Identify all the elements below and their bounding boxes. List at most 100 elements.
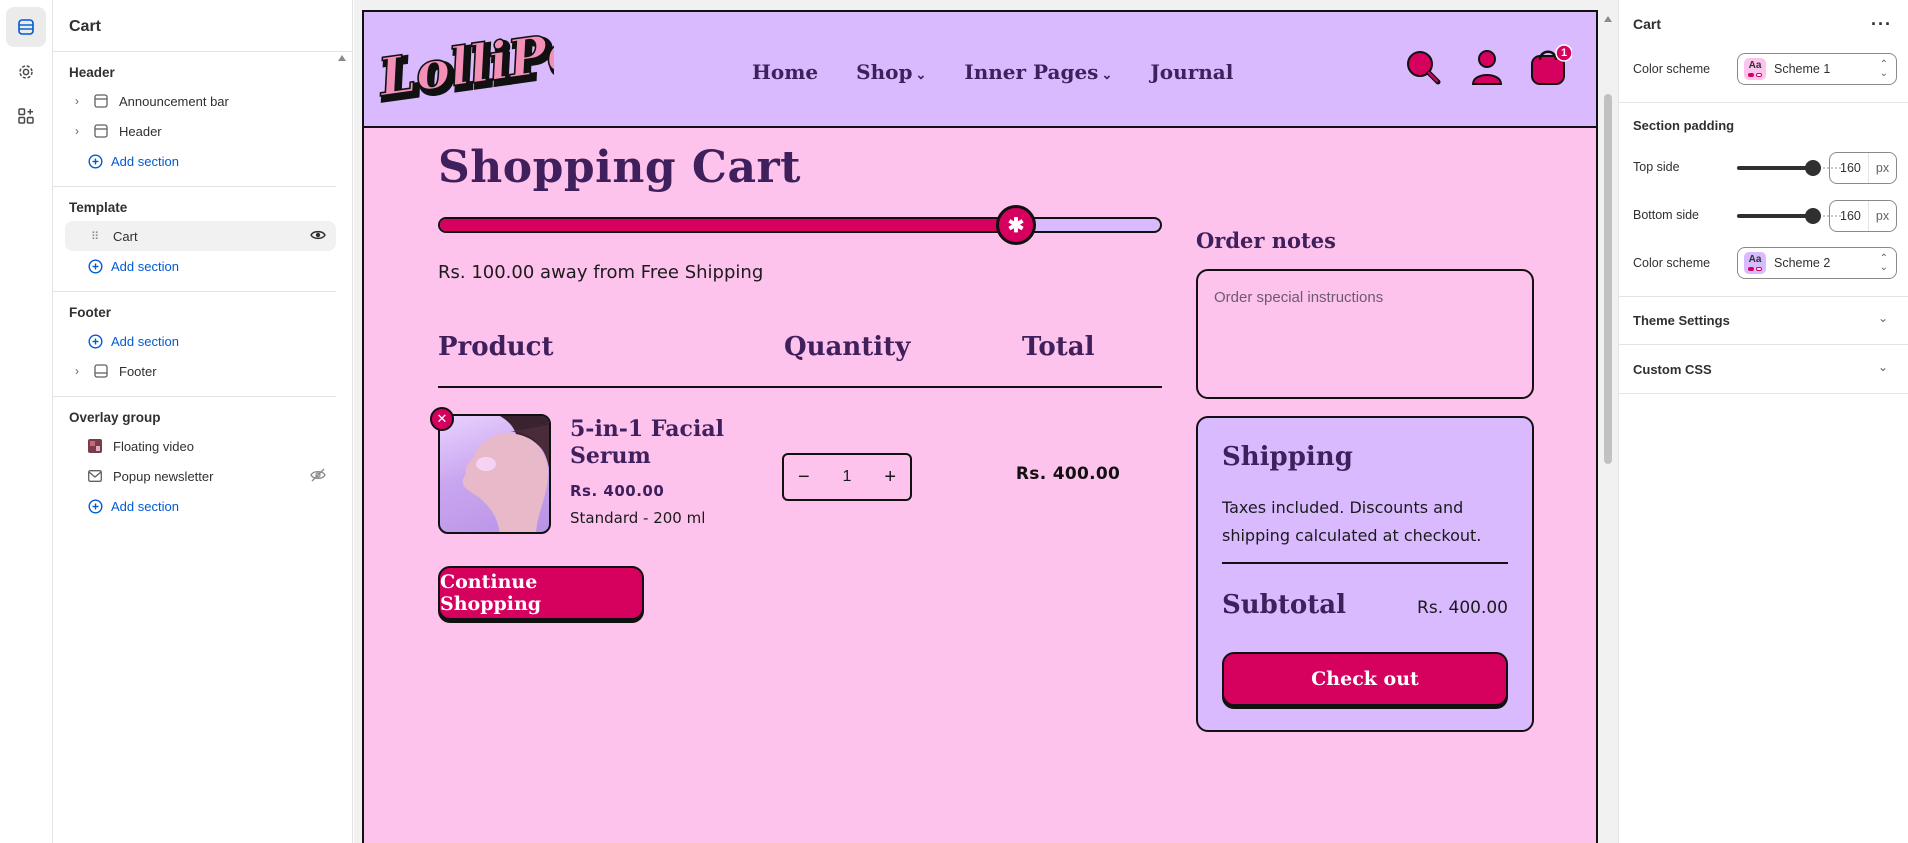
unit-label: px [1868, 201, 1896, 231]
mail-icon [87, 468, 103, 484]
remove-item-icon[interactable]: ✕ [430, 407, 454, 431]
scroll-up-icon[interactable] [1604, 16, 1612, 22]
preview-scrollbar[interactable] [1601, 10, 1615, 843]
unit-label: px [1868, 153, 1896, 183]
color-scheme-value: Scheme 1 [1774, 62, 1831, 76]
top-side-input[interactable]: 160 px [1829, 152, 1897, 184]
eye-icon[interactable] [310, 228, 326, 245]
search-icon[interactable] [1404, 48, 1442, 91]
divider [1619, 102, 1908, 103]
chevron-down-icon[interactable]: ⌄ [1878, 311, 1888, 325]
group-title-footer: Footer [69, 305, 111, 320]
section-padding-heading: Section padding [1633, 118, 1735, 133]
store-logo[interactable]: LolliPop LolliPop [372, 14, 627, 116]
nav-journal[interactable]: Journal [1150, 60, 1233, 84]
footer-group: Footer Add section › Footer [53, 292, 336, 397]
order-notes-title: Order notes [1196, 228, 1336, 253]
quantity-value[interactable]: 1 [843, 468, 852, 486]
section-label: Cart [113, 228, 138, 244]
plus-circle-icon [87, 258, 103, 274]
apps-icon[interactable] [6, 96, 46, 136]
section-footer[interactable]: › Footer [53, 356, 336, 386]
section-label: Announcement bar [119, 93, 229, 109]
checkout-button[interactable]: Check out [1222, 652, 1508, 706]
scheme-swatch-icon: Aa [1744, 58, 1766, 80]
add-section-label: Add section [111, 153, 179, 169]
divider [1222, 562, 1508, 564]
store-preview: LolliPop LolliPop Home Shop ⌄ Inner Pages… [362, 10, 1598, 843]
color-scheme-select[interactable]: Aa Scheme 1 ⌃ ⌄ [1737, 53, 1897, 85]
page-title: Shopping Cart [438, 142, 801, 193]
select-arrows-icon: ⌃ ⌄ [1879, 59, 1888, 79]
product-name[interactable]: 5-in-1 Facial Serum [570, 416, 750, 470]
cart-count-badge: 1 [1560, 47, 1568, 59]
plus-circle-icon [87, 153, 103, 169]
shipping-text: Taxes included. Discounts and shipping c… [1222, 498, 1482, 545]
section-cart[interactable]: ⠿ Cart [65, 221, 336, 251]
scroll-thumb[interactable] [1604, 94, 1612, 464]
section-popup-newsletter[interactable]: Popup newsletter [53, 461, 336, 491]
section-layout-icon [93, 123, 109, 139]
section-announcement-bar[interactable]: › Announcement bar [53, 86, 336, 116]
select-arrows-icon: ⌃ ⌄ [1879, 253, 1888, 273]
free-shipping-text: Rs. 100.00 away from Free Shipping [438, 262, 764, 283]
top-side-value: 160 [1840, 161, 1861, 175]
scheme-swatch-icon: Aa [1744, 252, 1766, 274]
bottom-side-input[interactable]: 160 px [1829, 200, 1897, 232]
minus-icon[interactable]: − [798, 466, 810, 489]
add-section-overlay[interactable]: Add section [53, 491, 336, 521]
nav-shop-label: Shop [856, 60, 913, 84]
add-section-header[interactable]: Add section [53, 146, 336, 176]
custom-css-toggle[interactable]: Custom CSS [1633, 362, 1712, 377]
section-label: Header [119, 123, 162, 139]
nav-inner-pages-label: Inner Pages [964, 60, 1099, 84]
shipping-summary: Shipping Taxes included. Discounts and s… [1196, 416, 1534, 732]
divider [1619, 296, 1908, 297]
product-variant: Standard - 200 ml [570, 509, 706, 527]
group-title-overlay: Overlay group [69, 410, 161, 425]
chevron-right-icon[interactable]: › [75, 364, 87, 378]
order-notes-textarea[interactable]: Order special instructions [1196, 269, 1534, 399]
add-section-footer[interactable]: Add section [53, 326, 336, 356]
eye-hidden-icon[interactable] [310, 468, 326, 485]
color-scheme-2-value: Scheme 2 [1774, 256, 1831, 270]
column-quantity: Quantity [784, 332, 911, 362]
add-section-label: Add section [111, 498, 179, 514]
scroll-up-icon[interactable] [338, 55, 346, 61]
nav-inner-pages[interactable]: Inner Pages ⌄ [964, 60, 1112, 84]
theme-settings-toggle[interactable]: Theme Settings [1633, 313, 1730, 328]
subtotal-value: Rs. 400.00 [1417, 598, 1508, 618]
chevron-right-icon[interactable]: › [75, 94, 87, 108]
section-floating-video[interactable]: Floating video [53, 431, 336, 461]
column-product: Product [438, 332, 554, 362]
progress-star-icon: ✱ [996, 205, 1036, 245]
header-group: Header › Announcement bar › Header Add s… [53, 52, 336, 187]
subtotal-label: Subtotal [1222, 590, 1346, 620]
chevron-down-icon[interactable]: ⌄ [1878, 360, 1888, 374]
sections-icon[interactable] [6, 7, 46, 47]
cart-icon[interactable]: 1 [1528, 44, 1573, 93]
settings-gear-icon[interactable] [6, 52, 46, 92]
overlay-group: Overlay group Floating video Popup newsl… [53, 397, 336, 531]
slider-handle[interactable] [1805, 208, 1821, 224]
account-icon[interactable] [1470, 48, 1504, 91]
panel-title: Cart [53, 0, 352, 52]
plus-circle-icon [87, 333, 103, 349]
continue-shopping-button[interactable]: Continue Shopping [438, 566, 644, 620]
section-header[interactable]: › Header [53, 116, 336, 146]
group-title-template: Template [69, 200, 128, 215]
settings-panel: Cart ··· Color scheme Aa Scheme 1 ⌃ ⌄ Sec… [1618, 0, 1908, 843]
add-section-label: Add section [111, 258, 179, 274]
slider-handle[interactable] [1805, 160, 1821, 176]
nav-home[interactable]: Home [752, 60, 818, 84]
product-image[interactable] [438, 414, 551, 534]
color-scheme-label: Color scheme [1633, 62, 1711, 76]
main-nav: Home Shop ⌄ Inner Pages ⌄ Journal [752, 60, 1271, 84]
plus-icon[interactable]: + [884, 466, 896, 489]
more-options-icon[interactable]: ··· [1871, 14, 1892, 35]
add-section-template[interactable]: Add section [53, 251, 336, 281]
chevron-right-icon[interactable]: › [75, 124, 87, 138]
color-scheme-2-select[interactable]: Aa Scheme 2 ⌃ ⌄ [1737, 247, 1897, 279]
nav-shop[interactable]: Shop ⌄ [856, 60, 926, 84]
drag-handle-icon[interactable]: ⠿ [87, 228, 103, 244]
